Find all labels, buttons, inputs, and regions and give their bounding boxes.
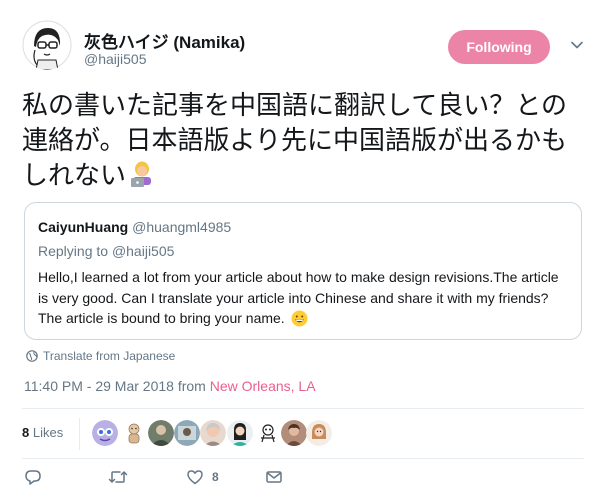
replying-prefix: Replying to [38, 243, 112, 259]
liker-avatar[interactable] [306, 420, 332, 446]
quoted-author-name: CaiyunHuang [38, 219, 129, 235]
translate-link[interactable]: Translate from Japanese [26, 349, 175, 363]
quoted-body: Hello,I learned a lot from your article … [38, 267, 568, 333]
tweet-text: 私の書いた記事を中国語に翻訳して良い？との連絡が。日本語版より先に中国語版が出る… [22, 88, 582, 197]
liker-avatar[interactable] [92, 420, 118, 446]
like-button[interactable]: 8 [186, 468, 219, 486]
liker-avatar[interactable] [227, 420, 253, 446]
grinning-emoji [291, 310, 308, 333]
liker-avatar[interactable] [174, 420, 200, 446]
translate-label[interactable]: Translate from Japanese [43, 349, 175, 363]
quoted-tweet[interactable]: CaiyunHuang @huangml4985 Replying to @ha… [24, 202, 582, 340]
chevron-down-icon[interactable] [570, 38, 584, 52]
globe-icon [26, 350, 38, 362]
replying-handle[interactable]: @haiji505 [112, 243, 174, 259]
liker-avatar[interactable] [281, 420, 307, 446]
reply-icon [25, 470, 41, 485]
avatar-sketch [22, 20, 72, 70]
like-count: 8 [212, 470, 219, 484]
tweet-timestamp: 11:40 PM - 29 Mar 2018 from New Orleans,… [24, 378, 316, 394]
author-name[interactable]: 灰色ハイジ (Namika) [84, 28, 245, 53]
timestamp-text[interactable]: 11:40 PM - 29 Mar 2018 from [24, 378, 210, 394]
likes-label: Likes [29, 425, 64, 440]
liker-avatar[interactable] [255, 420, 281, 446]
quoted-author-handle: @huangml4985 [132, 219, 232, 235]
divider [22, 458, 584, 459]
likes-count[interactable]: 8 Likes [22, 425, 63, 440]
replying-to: Replying to @haiji505 [38, 243, 174, 259]
retweet-icon [108, 471, 128, 483]
direct-message-button[interactable] [265, 468, 283, 486]
reply-button[interactable] [24, 468, 42, 486]
heart-icon [187, 470, 203, 485]
likes-row: 8 Likes [22, 408, 584, 458]
quoted-author-line: CaiyunHuang @huangml4985 [38, 219, 231, 235]
retweet-button[interactable] [108, 468, 128, 486]
liker-avatar[interactable] [121, 420, 147, 446]
tweet-header: 灰色ハイジ (Namika) @haiji505 Following [22, 20, 588, 72]
liker-avatar[interactable] [148, 420, 174, 446]
mail-icon [266, 471, 282, 483]
following-button[interactable]: Following [448, 30, 550, 64]
vertical-separator [79, 418, 80, 450]
woman-laptop-emoji [128, 160, 156, 197]
location-link[interactable]: New Orleans, LA [210, 378, 316, 394]
liker-avatar[interactable] [200, 420, 226, 446]
tweet-text-content: 私の書いた記事を中国語に翻訳して良い？との連絡が。日本語版より先に中国語版が出る… [22, 90, 567, 190]
author-avatar[interactable] [22, 20, 72, 70]
tweet-actions: 8 [22, 468, 584, 490]
author-handle[interactable]: @haiji505 [84, 51, 146, 67]
